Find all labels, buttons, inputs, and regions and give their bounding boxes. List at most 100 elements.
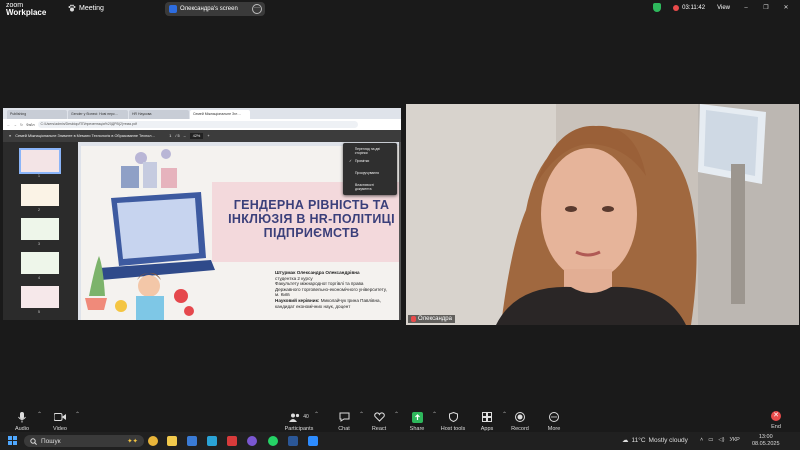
participant-video-feed	[406, 104, 799, 325]
meeting-menu[interactable]: Meeting	[68, 4, 104, 12]
app-icon[interactable]	[288, 436, 298, 446]
whatsapp-icon[interactable]	[268, 436, 278, 446]
file-explorer-icon[interactable]	[167, 436, 177, 446]
react-button[interactable]: React	[359, 411, 399, 432]
taskbar-clock[interactable]: 13:00 08.05.2025	[752, 434, 780, 448]
weather-widget[interactable]: ☁ 11°C Mostly cloudy	[622, 436, 688, 445]
page-thumbnail[interactable]	[21, 218, 59, 240]
meeting-toolbar: Audio Video 40 Participants Chat React S…	[0, 406, 800, 432]
participant-name-tag: Олександра	[408, 315, 455, 323]
telegram-icon[interactable]	[207, 436, 217, 446]
meeting-label: Meeting	[79, 4, 104, 12]
shield-icon	[448, 412, 458, 422]
menu-item-properties[interactable]: Властивості документа	[343, 179, 397, 191]
browser-tab-active[interactable]: Семей Міжнаціональне Згл…	[190, 110, 250, 119]
menu-item-scrolling[interactable]: Прокручування	[343, 167, 397, 179]
forward-icon[interactable]: →	[14, 123, 18, 127]
video-button[interactable]: Video	[40, 411, 80, 432]
audio-button[interactable]: Audio	[2, 411, 42, 432]
share-screen-icon	[411, 411, 423, 423]
minimize-icon[interactable]: –	[742, 5, 750, 11]
pdf-toolbar: ≡ Семей Міжнаціональне Знимнте в Мемати …	[3, 130, 401, 142]
slide-title: ГЕНДЕРНА РІВНІСТЬ ТА ІНКЛЮЗІЯ В HR-ПОЛІТ…	[228, 198, 395, 240]
url-field[interactable]: C:/Users/admin/Desktop/ПП/презентація%20…	[37, 121, 358, 128]
view-button[interactable]: View	[717, 5, 730, 11]
cloud-icon: ☁	[622, 437, 629, 444]
paw-icon	[68, 4, 76, 12]
zoom-taskbar-icon[interactable]	[308, 436, 318, 446]
supervisor-label: Науковий керівник:	[275, 297, 320, 303]
end-icon: ✕	[771, 411, 781, 421]
laptop-illustration	[81, 146, 216, 320]
mic-icon	[411, 316, 416, 322]
page-total: / 5	[175, 134, 180, 138]
tray-chevron-icon[interactable]: ˄	[700, 437, 703, 443]
participants-count: 40	[303, 414, 309, 420]
page-thumbnail[interactable]	[21, 184, 59, 206]
recording-dot-icon	[673, 4, 680, 11]
supervisor-name: Миколайчук Ірина Павлівна,	[320, 297, 381, 303]
screen-share-indicator[interactable]: Олександра's screen ···	[165, 2, 265, 16]
author-name: Штурмак Олександра Олександрівна	[275, 270, 360, 275]
microphone-icon	[18, 411, 26, 422]
app-icon[interactable]	[227, 436, 237, 446]
restore-icon[interactable]: ❐	[762, 4, 770, 11]
browser-tabs: Publishing Gender у бізнесі: Нові перс… …	[3, 108, 401, 119]
copilot-sparkle-icon: ✦✦	[127, 438, 138, 445]
check-icon: ✓	[349, 159, 352, 163]
thumbnail-number: 5	[38, 310, 40, 314]
address-bar[interactable]: ← → ↻ Файл C:/Users/admin/Desktop/ПП/пре…	[3, 119, 401, 130]
word-icon[interactable]	[187, 436, 197, 446]
participants-button[interactable]: 40 Participants	[279, 411, 319, 432]
menu-item-annotations[interactable]: ✓ Примітки	[343, 155, 397, 167]
zoom-in-icon[interactable]: +	[207, 134, 209, 138]
menu-icon[interactable]: ≡	[9, 134, 11, 138]
meeting-timer: 03:11:42	[673, 4, 705, 11]
participant-video[interactable]: Олександра	[406, 104, 799, 325]
taskbar-search[interactable]: Пошук ✦✦	[24, 435, 144, 447]
apps-icon	[482, 412, 492, 422]
shared-screen: Publishing Gender у бізнесі: Нові перс… …	[3, 108, 401, 320]
more-button[interactable]: More	[534, 411, 574, 432]
viber-icon[interactable]	[247, 436, 257, 446]
supervisor-title: кандидат економічних наук, доцент	[275, 303, 351, 309]
share-button[interactable]: Share	[397, 411, 437, 432]
reload-icon[interactable]: ↻	[20, 123, 23, 127]
end-button[interactable]: ✕ End	[764, 411, 788, 430]
close-icon[interactable]: ✕	[782, 4, 790, 11]
thumbnail-number: 4	[38, 276, 40, 280]
thumbnail-sidebar: 1 2 3 4 5	[3, 142, 78, 320]
chat-button[interactable]: Chat	[324, 411, 364, 432]
record-icon	[515, 412, 525, 422]
security-shield-icon[interactable]	[653, 3, 662, 12]
video-camera-icon	[54, 413, 66, 421]
thumbnail-number: 1	[38, 174, 40, 178]
back-icon[interactable]: ←	[7, 123, 11, 127]
search-icon	[30, 437, 37, 445]
page-thumbnail[interactable]	[19, 148, 61, 174]
zoom-level[interactable]: 42%	[189, 133, 204, 139]
windows-start-icon[interactable]	[8, 436, 17, 445]
zoom-title-bar: zoom Workplace Meeting Олександра's scre…	[0, 0, 800, 18]
pdf-scrollbar[interactable]	[399, 142, 401, 320]
page-number[interactable]: 1	[169, 134, 171, 138]
url-prefix: Файл	[25, 122, 35, 127]
chrome-icon[interactable]	[148, 436, 158, 446]
network-icon[interactable]: ▭	[708, 437, 713, 443]
page-thumbnail[interactable]	[21, 286, 59, 308]
menu-item-two-page[interactable]: Перегляд на дві сторінки	[343, 143, 397, 155]
heart-icon	[373, 412, 385, 422]
author-line: Державного торговельно-економічного унів…	[275, 286, 387, 292]
system-tray[interactable]: ˄ ▭ ◁) УКР	[700, 437, 740, 443]
input-language[interactable]: УКР	[729, 437, 739, 443]
browser-tab[interactable]: Publishing	[7, 110, 67, 119]
browser-tab[interactable]: Gender у бізнесі: Нові перс…	[68, 110, 128, 119]
zoom-out-icon[interactable]: –	[184, 134, 186, 138]
author-block: Штурмак Олександра Олександрівна студент…	[275, 270, 399, 309]
more-options-icon[interactable]: ···	[252, 4, 262, 14]
zoom-logo: zoom Workplace	[6, 2, 47, 17]
speaker-icon[interactable]: ◁)	[718, 437, 724, 443]
page-thumbnail[interactable]	[21, 252, 59, 274]
chat-icon	[339, 412, 349, 422]
browser-tab[interactable]: HR Наукова	[129, 110, 189, 119]
